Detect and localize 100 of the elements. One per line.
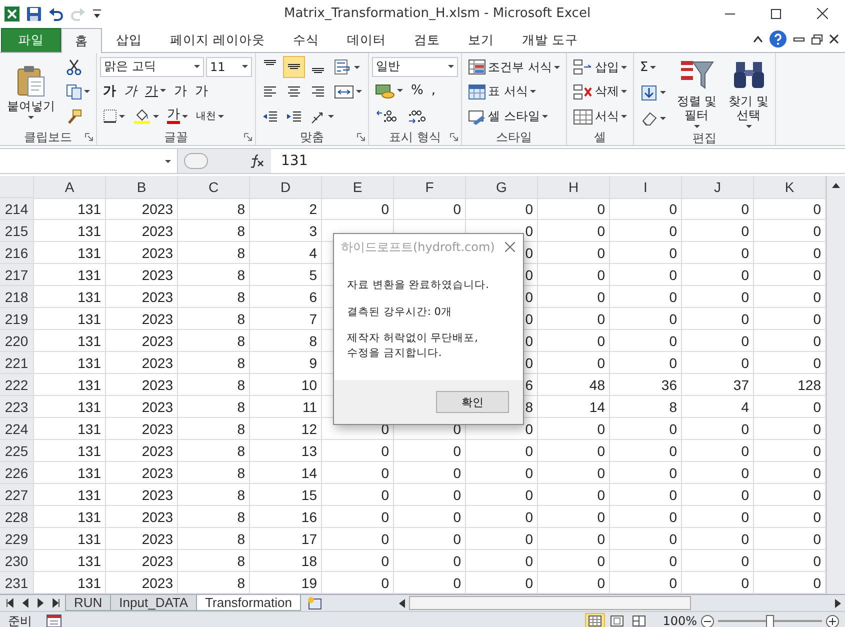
table-format-button[interactable]: 표 서식 — [465, 80, 539, 103]
column-header[interactable]: A — [34, 176, 106, 199]
restore-icon[interactable] — [811, 34, 823, 44]
column-header[interactable]: K — [754, 176, 826, 199]
row-header[interactable]: 215 — [0, 220, 34, 242]
font-color-button[interactable]: 가 — [164, 105, 191, 128]
row-header[interactable]: 229 — [0, 528, 34, 550]
row-header[interactable]: 223 — [0, 396, 34, 418]
table-cell: 131 — [34, 286, 106, 308]
bold-button[interactable]: 가 — [100, 80, 119, 102]
delete-button[interactable]: 삭제 — [570, 80, 630, 103]
launcher-icon[interactable] — [244, 133, 252, 141]
table-cell: 0 — [322, 528, 394, 550]
sheet-tab[interactable]: RUN — [65, 595, 112, 611]
conditional-format-button[interactable]: 조건부 서식 — [465, 56, 563, 78]
find-select-button[interactable]: 찾기 및 선택 — [724, 55, 772, 131]
function-icon[interactable] — [249, 154, 265, 168]
caret-icon — [119, 114, 125, 118]
vertical-scrollbar[interactable] — [826, 176, 845, 594]
launcher-icon[interactable] — [85, 133, 93, 141]
close-icon[interactable] — [816, 8, 828, 19]
ribbon-tab[interactable]: 검토 — [400, 28, 454, 52]
collapse-ribbon-icon[interactable] — [753, 35, 763, 43]
macro-record-icon[interactable] — [46, 614, 62, 627]
table-cell: 0 — [538, 264, 610, 286]
table-cell: 0 — [538, 418, 610, 440]
comma-button[interactable]: , — [428, 80, 438, 102]
column-header[interactable]: C — [178, 176, 250, 199]
scroll-right-icon[interactable] — [835, 598, 841, 608]
launcher-icon[interactable] — [357, 133, 365, 141]
column-header[interactable]: H — [538, 176, 610, 199]
sheet-nav-icon[interactable] — [6, 598, 15, 608]
row-header[interactable]: 214 — [0, 198, 34, 220]
row-header[interactable]: 228 — [0, 506, 34, 528]
scroll-left-icon[interactable] — [399, 598, 405, 608]
underline-button[interactable]: 가 — [142, 80, 169, 102]
row-header[interactable]: 219 — [0, 308, 34, 330]
align-middle-button[interactable] — [283, 56, 305, 78]
ribbon-tab[interactable]: 파일 — [1, 28, 61, 52]
sheet-tab[interactable]: Transformation — [196, 595, 301, 611]
column-header[interactable]: E — [322, 176, 394, 199]
row-header[interactable]: 222 — [0, 374, 34, 396]
zoom-out-button[interactable] — [701, 614, 714, 627]
help-icon[interactable] — [769, 30, 787, 48]
view-button[interactable] — [584, 613, 605, 627]
italic-button[interactable]: 가 — [121, 80, 140, 102]
column-header[interactable]: D — [250, 176, 322, 199]
number-format-field[interactable]: 일반 — [372, 56, 458, 77]
insert-button[interactable]: 삽입 — [570, 56, 630, 78]
row-header[interactable]: 231 — [0, 572, 34, 594]
table-cell: 2 — [250, 198, 322, 220]
row-header[interactable]: 227 — [0, 484, 34, 506]
row-header[interactable]: 224 — [0, 418, 34, 440]
scroll-up-icon[interactable] — [832, 182, 840, 188]
cell-style-button[interactable]: 셀 스타일 — [465, 106, 551, 128]
ribbon-tab[interactable]: 페이지 레이아웃 — [156, 28, 279, 52]
row-header[interactable]: 225 — [0, 440, 34, 462]
phonetic-button[interactable]: 내천 — [193, 105, 227, 128]
maximize-icon[interactable] — [771, 8, 781, 18]
sheet-tab[interactable]: Input_DATA — [110, 595, 198, 611]
ribbon-tab[interactable]: 홈 — [61, 28, 102, 53]
column-header[interactable]: I — [610, 176, 682, 199]
page-break-icon — [632, 615, 646, 627]
ok-button[interactable]: 확인 — [436, 391, 509, 413]
launcher-icon[interactable] — [450, 133, 458, 141]
ribbon-tab[interactable]: 수식 — [278, 28, 333, 52]
paste-button[interactable]: 붙여넣기 — [3, 62, 59, 122]
column-header[interactable]: F — [394, 176, 466, 199]
align-lines-icon — [263, 60, 277, 66]
resize-handle[interactable] — [184, 153, 208, 169]
table-cell: 0 — [466, 506, 538, 528]
table-cell: 131 — [34, 220, 106, 242]
ribbon-tab[interactable]: 보기 — [454, 28, 508, 52]
font-size-field[interactable]: 11 — [206, 56, 252, 77]
font-name-field[interactable]: 맑은 고딕 — [100, 56, 204, 77]
caret-icon — [554, 66, 560, 69]
row-header[interactable]: 220 — [0, 330, 34, 352]
sheet-nav-icon[interactable] — [51, 598, 60, 608]
column-header[interactable]: J — [682, 176, 754, 199]
row-header[interactable]: 217 — [0, 264, 34, 286]
sort-filter-button[interactable]: 정렬 및 필터 — [672, 55, 721, 131]
ribbon-tab[interactable]: 데이터 — [332, 28, 400, 52]
format-button[interactable]: 서식 — [570, 106, 630, 128]
autosum-button[interactable]: Σ — [636, 56, 660, 79]
percent-button[interactable]: % — [408, 80, 426, 102]
slider-thumb[interactable] — [766, 614, 774, 627]
row-header[interactable]: 230 — [0, 550, 34, 572]
grow-font-button[interactable]: 가 — [171, 80, 190, 102]
ribbon-tab[interactable]: 개발 도구 — [508, 28, 592, 52]
row-header[interactable]: 216 — [0, 242, 34, 264]
shrink-font-button[interactable]: 가 — [192, 80, 211, 102]
row-header[interactable]: 218 — [0, 286, 34, 308]
column-header[interactable]: B — [106, 176, 178, 199]
close-icon[interactable] — [829, 34, 839, 44]
row-header[interactable]: 226 — [0, 462, 34, 484]
row-header[interactable]: 221 — [0, 352, 34, 374]
horizontal-scrollbar[interactable] — [409, 596, 691, 610]
ribbon-tab[interactable]: 삽입 — [102, 28, 156, 52]
column-header[interactable]: G — [466, 176, 538, 199]
zoom-in-button[interactable] — [826, 614, 839, 627]
